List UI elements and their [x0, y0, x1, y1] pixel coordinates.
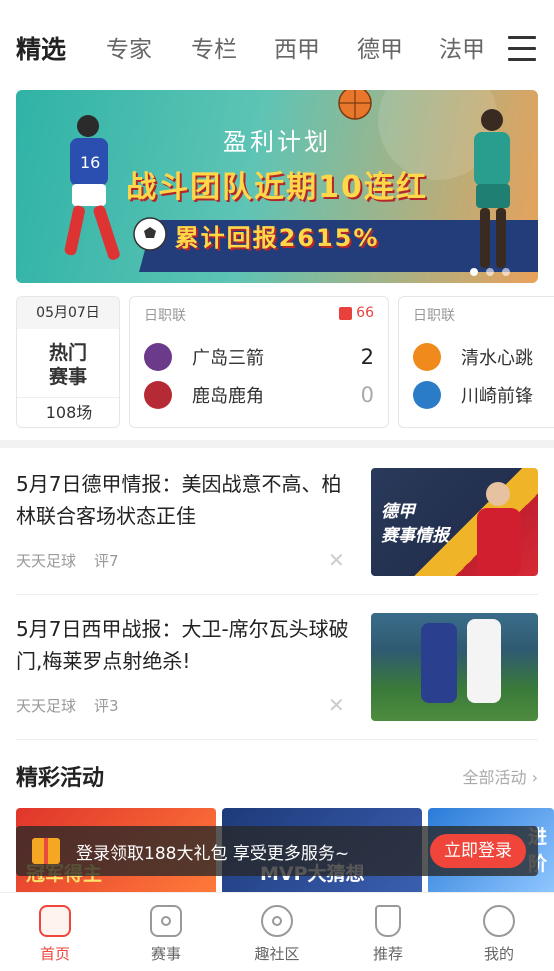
banner-subtitle: 盈利计划 [223, 128, 331, 156]
login-button[interactable]: 立即登录 [430, 834, 526, 868]
trophy-icon [375, 905, 401, 937]
divider [16, 739, 538, 740]
tab-bundesliga[interactable]: 德甲 [357, 30, 403, 70]
league-label: 日职联 [144, 308, 186, 324]
login-promo-text: 登录领取188大礼包 享受更多服务~ [76, 844, 350, 864]
home-team: 广岛三箭 [144, 343, 264, 371]
news-thumbnail [371, 613, 538, 721]
chevron-right-icon: › [531, 768, 538, 787]
nav-home[interactable]: 首页 [0, 893, 110, 964]
section-divider [0, 440, 554, 448]
hot-matches-card[interactable]: 05月07日 热门 赛事 108场 [16, 296, 120, 428]
nav-community[interactable]: 趣社区 [222, 893, 332, 964]
pitch-icon [150, 905, 182, 937]
gift-icon [32, 838, 60, 864]
carousel-dots [470, 268, 510, 276]
top-navigation: 精选 专家 专栏 西甲 德甲 法甲 [0, 0, 554, 82]
hot-count: 108场 [17, 397, 119, 427]
home-icon [39, 905, 71, 937]
banner-return: 累计回报2615% [174, 224, 380, 252]
hamburger-menu-icon[interactable] [508, 36, 536, 62]
tab-columns[interactable]: 专栏 [191, 30, 237, 70]
team-crest-icon [144, 343, 172, 371]
team-crest-icon [413, 381, 441, 409]
basketball-icon [338, 90, 372, 120]
home-score: 2 [360, 345, 374, 369]
team-crest-icon [144, 381, 172, 409]
community-icon [261, 905, 293, 937]
league-label: 日职联 [413, 308, 455, 324]
nav-profile[interactable]: 我的 [444, 893, 554, 964]
chart-icon [339, 306, 353, 320]
dismiss-icon[interactable]: ✕ [328, 550, 345, 570]
away-score: 0 [360, 383, 374, 407]
nav-recommend[interactable]: 推荐 [333, 893, 443, 964]
hot-label: 热门 赛事 [48, 342, 87, 388]
away-team: 川崎前锋 [413, 381, 533, 409]
news-item[interactable]: 5月7日西甲战报：大卫-席尔瓦头球破门,梅莱罗点射绝杀! 天天足球 评3 ✕ [16, 613, 538, 723]
news-meta: 天天足球 评3 [16, 697, 119, 715]
login-promo-bar: 登录领取188大礼包 享受更多服务~ 立即登录 [16, 826, 538, 876]
bottom-navigation: 首页 赛事 趣社区 推荐 我的 [0, 892, 554, 971]
tab-experts[interactable]: 专家 [106, 30, 152, 70]
profile-icon [483, 905, 515, 937]
tab-la-liga[interactable]: 西甲 [274, 30, 320, 70]
hot-count-badge: 66 [339, 305, 374, 321]
home-team: 清水心跳 [413, 343, 533, 371]
promo-banner[interactable]: 16 盈利计划 战斗团队近期10连红 累计回报2615% [16, 90, 538, 283]
hot-date: 05月07日 [17, 297, 119, 329]
divider [16, 594, 538, 595]
away-team: 鹿岛鹿角 [144, 381, 264, 409]
match-card[interactable]: 日职联 清水心跳 川崎前锋 [398, 296, 554, 428]
tab-ligue1[interactable]: 法甲 [439, 30, 485, 70]
news-meta: 天天足球 评7 [16, 552, 119, 570]
news-item[interactable]: 5月7日德甲情报：美因战意不高、柏林联合客场状态正佳 天天足球 评7 ✕ 德甲 赛事… [16, 468, 538, 578]
news-title: 5月7日西甲战报：大卫-席尔瓦头球破门,梅莱罗点射绝杀! [16, 617, 349, 673]
nav-matches[interactable]: 赛事 [111, 893, 221, 964]
team-crest-icon [413, 343, 441, 371]
match-card[interactable]: 日职联 66 广岛三箭 2 鹿岛鹿角 0 [129, 296, 389, 428]
news-thumbnail: 德甲 赛事情报 [371, 468, 538, 576]
tab-featured[interactable]: 精选 [16, 30, 66, 70]
banner-headline: 战斗团队近期10连红 [126, 170, 428, 205]
news-title: 5月7日德甲情报：美因战意不高、柏林联合客场状态正佳 [16, 472, 342, 528]
activities-title: 精彩活动 [16, 766, 105, 791]
dismiss-icon[interactable]: ✕ [328, 695, 345, 715]
all-activities-link[interactable]: 全部活动 › [462, 764, 538, 788]
